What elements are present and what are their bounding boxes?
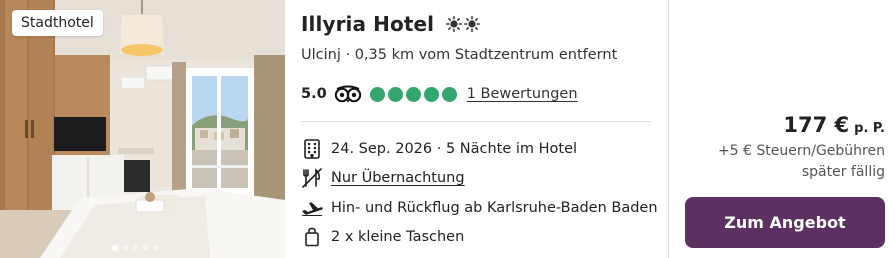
feature-dates: 24. Sep. 2026 · 5 Nächte im Hotel	[301, 137, 577, 161]
category-badge: Stadthotel	[12, 10, 103, 36]
sun-icon	[464, 16, 481, 32]
rating-bubble	[405, 86, 421, 102]
rating-bubble	[441, 86, 457, 102]
rating-row: 5.0 1 Bewertungen	[301, 84, 578, 104]
fees-line: +5 € Steuern/Gebühren	[717, 143, 885, 159]
rating-bubble	[369, 86, 385, 102]
luggage-text: 2 x kleine Taschen	[331, 229, 465, 245]
rating-bubble	[387, 86, 403, 102]
offer-button[interactable]: Zum Angebot	[685, 197, 885, 248]
hotel-location: Ulcinj · 0,35 km vom Stadtzentrum entfer…	[301, 47, 618, 63]
rating-value: 5.0	[301, 86, 327, 102]
board-link[interactable]: Nur Übernachtung	[331, 170, 465, 186]
hotel-photo[interactable]: Stadthotel	[0, 0, 285, 258]
carousel-dot[interactable]	[143, 245, 148, 250]
section-divider	[301, 121, 651, 122]
carousel-dot[interactable]	[123, 245, 128, 250]
price-column: 177 € p. P. +5 € Steuern/Gebühren später…	[669, 0, 895, 258]
airplane-icon	[301, 197, 323, 219]
price-amount: 177 €	[783, 113, 850, 137]
hotel-info: Illyria Hotel Ulcinj · 0,35 km vom Stadt…	[301, 0, 666, 258]
bag-icon	[301, 226, 323, 248]
sun-rating	[446, 16, 481, 32]
rating-bubbles	[369, 86, 457, 102]
carousel-dot[interactable]	[153, 245, 158, 250]
feature-luggage: 2 x kleine Taschen	[301, 225, 464, 249]
flight-text: Hin- und Rückflug ab Karlsruhe-Baden Bad…	[331, 200, 658, 216]
fees-due-line: später fällig	[801, 164, 885, 180]
hotel-name[interactable]: Illyria Hotel	[301, 12, 434, 36]
feature-board[interactable]: Nur Übernachtung	[301, 166, 465, 190]
carousel-dot[interactable]	[112, 244, 118, 251]
hotel-building-icon	[301, 138, 323, 160]
carousel-indicator[interactable]	[112, 244, 158, 251]
price-per-person: p. P.	[854, 121, 885, 136]
carousel-dot[interactable]	[133, 245, 138, 250]
hotel-offer-card[interactable]: Stadthotel Illyria Hotel Ulcinj · 0,35 k…	[0, 0, 895, 258]
room-photo-illustration	[0, 0, 285, 258]
feature-flight: Hin- und Rückflug ab Karlsruhe-Baden Bad…	[301, 196, 658, 220]
tripadvisor-icon	[334, 85, 361, 103]
no-food-icon	[301, 167, 323, 189]
fees-note: +5 € Steuern/Gebühren später fällig	[718, 141, 885, 183]
sun-icon	[446, 16, 463, 32]
reviews-link[interactable]: 1 Bewertungen	[467, 86, 578, 102]
rating-bubble	[423, 86, 439, 102]
price: 177 € p. P.	[783, 113, 885, 137]
title-row: Illyria Hotel	[301, 12, 481, 36]
dates-text: 24. Sep. 2026 · 5 Nächte im Hotel	[331, 141, 578, 157]
